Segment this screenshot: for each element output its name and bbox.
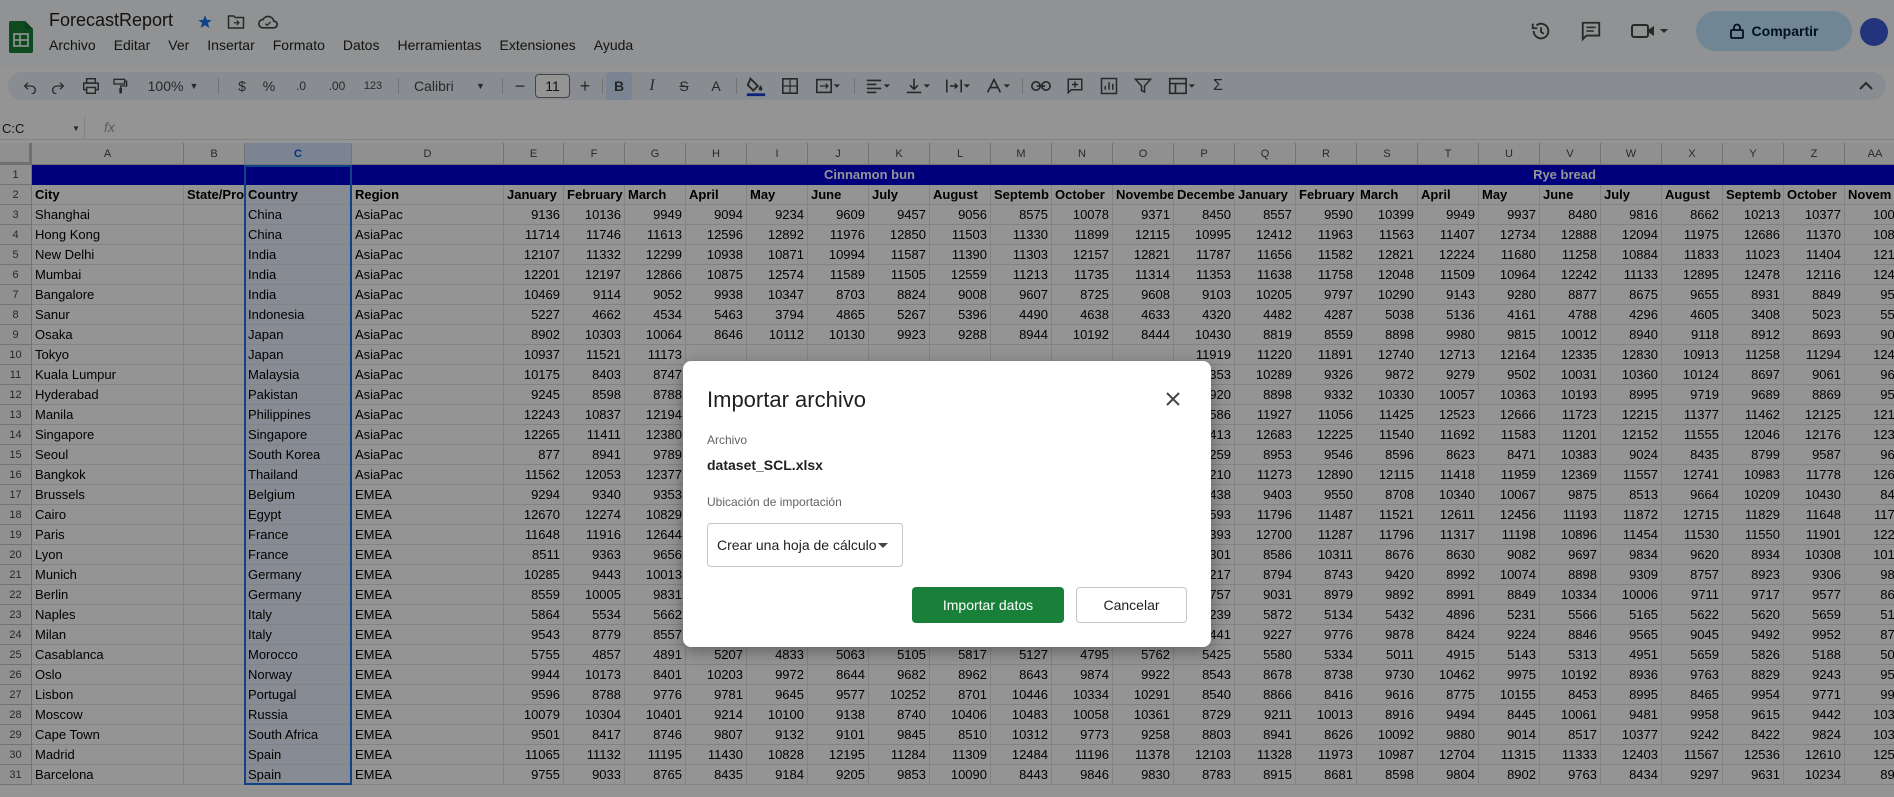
import-location-value: Crear una hoja de cálculo [717,537,877,553]
dialog-title: Importar archivo [707,387,866,412]
import-location-select[interactable]: Crear una hoja de cálculo [707,523,903,567]
file-label: Archivo [707,433,748,447]
import-data-button[interactable]: Importar datos [912,587,1064,623]
close-icon[interactable] [1161,387,1185,411]
import-file-dialog: Importar archivo Archivo dataset_SCL.xls… [683,361,1211,647]
import-location-label: Ubicación de importación [707,495,842,509]
cancel-button[interactable]: Cancelar [1076,587,1187,623]
file-name: dataset_SCL.xlsx [707,457,823,473]
spreadsheet-app: ForecastReport Archivo Editar Ver Insert… [0,0,1894,797]
chevron-down-icon [878,543,888,548]
